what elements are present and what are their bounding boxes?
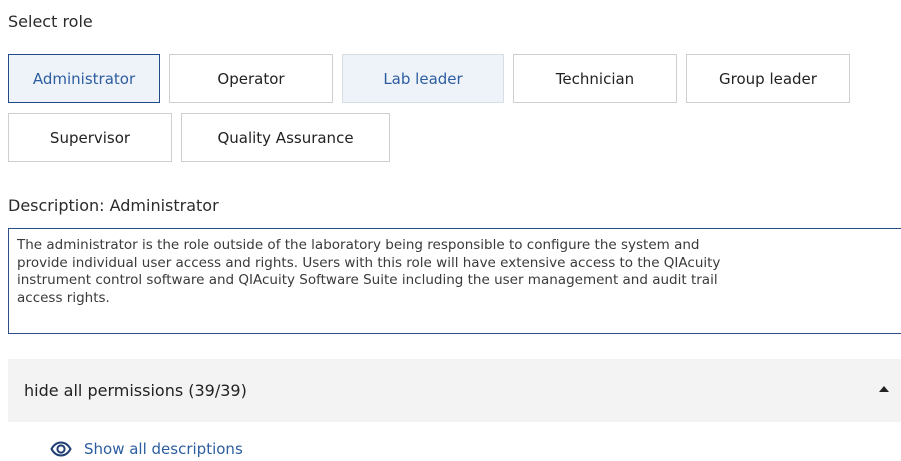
role-button-administrator[interactable]: Administrator [8, 54, 160, 103]
show-all-descriptions-label: Show all descriptions [84, 440, 243, 458]
role-description-box: The administrator is the role outside of… [8, 228, 901, 334]
role-selector-row-1: Administrator Operator Lab leader Techni… [8, 54, 850, 103]
eye-icon [50, 441, 72, 457]
role-button-quality-assurance[interactable]: Quality Assurance [181, 113, 390, 162]
role-button-operator[interactable]: Operator [169, 54, 333, 103]
description-line: access rights. [17, 289, 110, 306]
description-line: instrument control software and QIAcuity… [17, 272, 718, 288]
permissions-toggle-label: hide all permissions (39/39) [24, 381, 247, 400]
hide-permissions-toggle[interactable]: hide all permissions (39/39) [8, 359, 901, 422]
role-button-group-leader[interactable]: Group leader [686, 54, 850, 103]
role-button-lab-leader[interactable]: Lab leader [342, 54, 504, 103]
description-line: The administrator is the role outside of… [17, 237, 700, 253]
caret-up-icon [879, 386, 889, 392]
role-button-technician[interactable]: Technician [513, 54, 677, 103]
show-all-descriptions-link[interactable]: Show all descriptions [50, 440, 243, 458]
description-line: provide individual user access and right… [17, 254, 721, 271]
description-title: Description: Administrator [8, 196, 219, 215]
select-role-label: Select role [8, 12, 93, 31]
role-button-supervisor[interactable]: Supervisor [8, 113, 172, 162]
role-selector-row-2: Supervisor Quality Assurance [8, 113, 390, 162]
